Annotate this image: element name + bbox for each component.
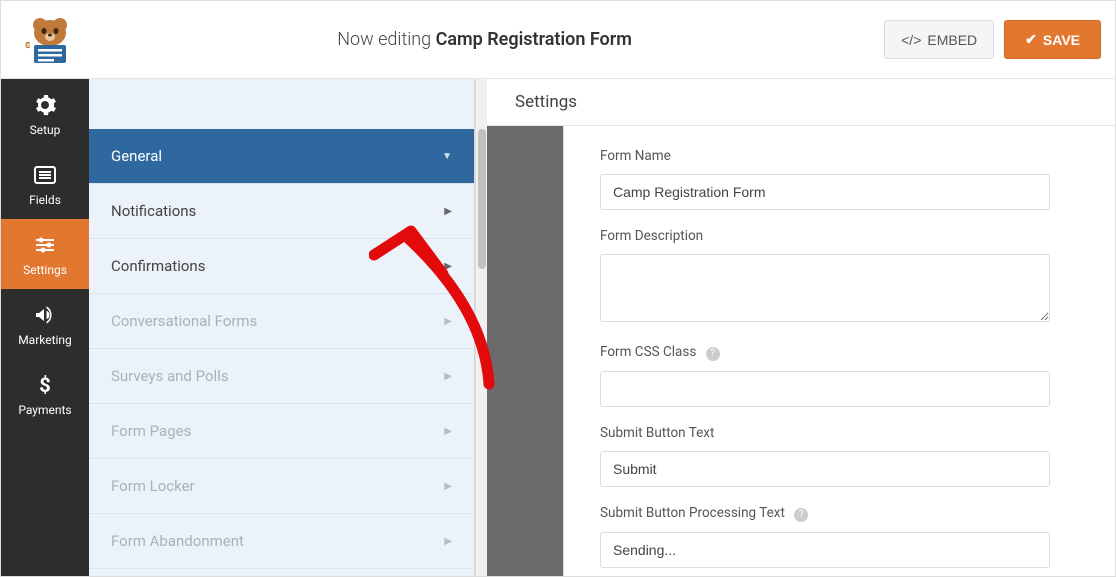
nav-payments[interactable]: $ Payments — [1, 359, 89, 429]
form-title: Camp Registration Form — [436, 29, 632, 50]
form-css-input[interactable] — [600, 371, 1050, 407]
nav-settings-label: Settings — [23, 263, 67, 277]
settings-item-form-abandonment[interactable]: Form Abandonment ▶ — [89, 514, 474, 569]
help-icon[interactable]: ? — [706, 347, 720, 361]
chevron-right-icon: ▶ — [444, 206, 452, 217]
nav-fields[interactable]: Fields — [1, 149, 89, 219]
embed-button[interactable]: </> EMBED — [884, 20, 994, 59]
chevron-right-icon: ▶ — [444, 481, 452, 492]
embed-button-label: EMBED — [927, 32, 977, 48]
settings-item-form-locker[interactable]: Form Locker ▶ — [89, 459, 474, 514]
settings-item-label: Confirmations — [111, 257, 205, 275]
settings-item-label: Conversational Forms — [111, 312, 257, 330]
settings-item-form-pages[interactable]: Form Pages ▶ — [89, 404, 474, 459]
scrollbar[interactable] — [475, 79, 487, 576]
settings-item-label: Form Pages — [111, 422, 191, 440]
app-logo — [15, 10, 85, 70]
editing-title: Now editing Camp Registration Form — [85, 29, 884, 50]
chevron-right-icon: ▶ — [444, 426, 452, 437]
help-icon[interactable]: ? — [794, 508, 808, 522]
chevron-right-icon: ▶ — [444, 261, 452, 272]
sliders-icon — [33, 233, 57, 257]
content-title: Settings — [487, 79, 1115, 126]
main-nav: Setup Fields Settings Marketing — [1, 79, 89, 576]
gear-icon — [33, 93, 57, 117]
form-description-label: Form Description — [600, 228, 1079, 244]
chevron-down-icon: ▼ — [442, 151, 452, 162]
editing-prefix: Now editing — [337, 29, 435, 50]
form-css-label: Form CSS Class ? — [600, 344, 1079, 361]
dollar-icon: $ — [33, 373, 57, 397]
settings-item-confirmations[interactable]: Confirmations ▶ — [89, 239, 474, 294]
submit-processing-label: Submit Button Processing Text ? — [600, 505, 1079, 522]
chevron-right-icon: ▶ — [444, 316, 452, 327]
topbar: Now editing Camp Registration Form </> E… — [1, 1, 1115, 79]
submit-text-label: Submit Button Text — [600, 425, 1079, 441]
settings-item-label: Surveys and Polls — [111, 367, 229, 385]
settings-sidebar: General ▼ Notifications ▶ Confirmations … — [89, 79, 487, 576]
list-icon — [33, 163, 57, 187]
settings-item-surveys-polls[interactable]: Surveys and Polls ▶ — [89, 349, 474, 404]
chevron-right-icon: ▶ — [444, 536, 452, 547]
settings-form: Form Name Form Description Form CSS Clas… — [563, 126, 1115, 576]
content-area: Settings Form Name Form Description — [487, 79, 1115, 576]
check-icon: ✔ — [1025, 31, 1037, 48]
form-name-label: Form Name — [600, 148, 1079, 164]
nav-setup[interactable]: Setup — [1, 79, 89, 149]
settings-item-label: Form Abandonment — [111, 532, 244, 550]
settings-item-label: Notifications — [111, 202, 196, 220]
save-button-label: SAVE — [1043, 32, 1080, 48]
nav-payments-label: Payments — [18, 403, 71, 417]
content-gutter — [487, 126, 525, 576]
settings-item-label: General — [111, 147, 162, 165]
settings-item-general[interactable]: General ▼ — [89, 129, 474, 184]
nav-marketing[interactable]: Marketing — [1, 289, 89, 359]
form-name-input[interactable] — [600, 174, 1050, 210]
nav-marketing-label: Marketing — [18, 333, 72, 347]
nav-setup-label: Setup — [30, 123, 61, 137]
save-button[interactable]: ✔ SAVE — [1004, 20, 1101, 59]
submit-text-input[interactable] — [600, 451, 1050, 487]
chevron-right-icon: ▶ — [444, 371, 452, 382]
code-icon: </> — [901, 32, 921, 48]
nav-fields-label: Fields — [29, 193, 61, 207]
form-description-input[interactable] — [600, 254, 1050, 322]
scrollbar-thumb[interactable] — [478, 129, 486, 269]
submit-processing-input[interactable] — [600, 532, 1050, 568]
svg-text:$: $ — [39, 373, 50, 397]
nav-settings[interactable]: Settings — [1, 219, 89, 289]
bullhorn-icon — [33, 303, 57, 327]
settings-item-notifications[interactable]: Notifications ▶ — [89, 184, 474, 239]
settings-item-label: Form Locker — [111, 477, 195, 495]
settings-item-conversational-forms[interactable]: Conversational Forms ▶ — [89, 294, 474, 349]
